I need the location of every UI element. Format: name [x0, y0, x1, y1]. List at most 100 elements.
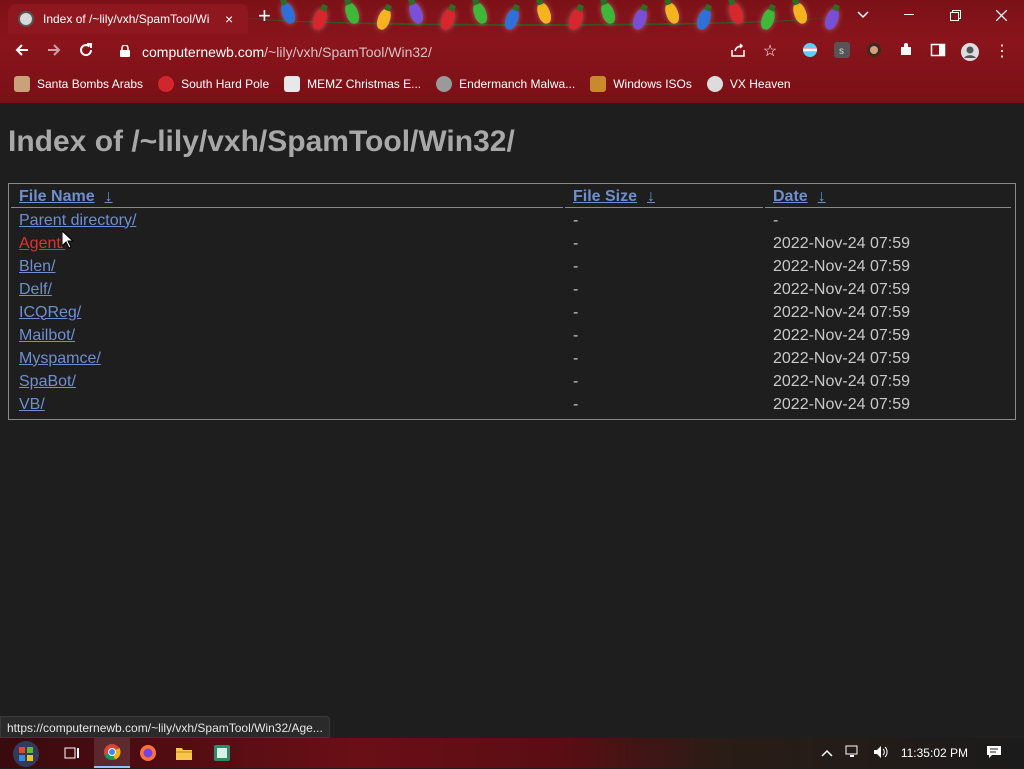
bookmark-label: Windows ISOs [613, 77, 692, 91]
cell-file-size: - [573, 395, 579, 413]
side-panel-icon[interactable] [928, 42, 948, 62]
close-window-button[interactable] [978, 0, 1024, 30]
address-bar[interactable]: computernewb.com/~lily/vxh/SpamTool/Win3… [108, 38, 788, 66]
cell-file-name: Myspamce/ [11, 348, 563, 369]
lock-icon[interactable] [120, 45, 130, 57]
tab-search-icon[interactable] [840, 0, 886, 30]
cell-file-size: - [573, 303, 579, 321]
volume-icon[interactable] [873, 745, 889, 762]
enderman-icon [436, 76, 453, 92]
tab-title: Index of /~lily/vxh/SpamTool/Wi [43, 12, 210, 26]
bookmark-item[interactable]: South Hard Pole [158, 76, 269, 92]
start-button-windows-icon[interactable] [10, 739, 42, 769]
cell-date: 2022-Nov-24 07:59 [773, 372, 910, 390]
file-explorer-icon[interactable] [166, 738, 202, 768]
folder-link[interactable]: Delf/ [19, 281, 52, 298]
file-table: File Name ↓ File Size ↓ Date ↓ Parent direc… [9, 184, 1013, 417]
mouse-cursor-icon [62, 231, 74, 249]
folder-link[interactable]: Agent/ [19, 235, 65, 252]
cell-file-name: Mailbot/ [11, 325, 563, 346]
parent-directory-link[interactable]: Parent directory/ [19, 212, 136, 229]
table-row: ICQReg/ - 2022-Nov-24 07:59 [11, 302, 1011, 323]
bookmark-item[interactable]: MEMZ Christmas E... [284, 76, 421, 92]
restore-button[interactable] [932, 0, 978, 30]
clock[interactable]: 11:35:02 PM [901, 746, 968, 760]
network-icon[interactable] [845, 745, 861, 762]
windows-taskbar: 11:35:02 PM [0, 738, 1024, 768]
tab-close-icon[interactable]: × [225, 11, 233, 27]
forward-button[interactable] [43, 42, 65, 62]
cell-file-size: - [573, 234, 579, 252]
table-header-row: File Name ↓ File Size ↓ Date ↓ [11, 186, 1011, 208]
cell-date: 2022-Nov-24 07:59 [773, 349, 910, 367]
notifications-icon[interactable] [986, 745, 1002, 762]
back-button[interactable] [11, 42, 33, 62]
cell-file-name: Blen/ [11, 256, 563, 277]
page-content: Index of /~lily/vxh/SpamTool/Win32/ File… [0, 103, 1024, 738]
folder-link[interactable]: ICQReg/ [19, 304, 81, 321]
bookmark-label: VX Heaven [729, 77, 791, 91]
snowflake-icon [158, 76, 175, 92]
bookmark-label: Santa Bombs Arabs [37, 77, 144, 91]
column-header-date[interactable]: Date ↓ [765, 186, 1011, 208]
cell-date: - [773, 211, 779, 229]
extension-s-icon[interactable]: s [832, 42, 852, 62]
bookmark-item[interactable]: Windows ISOs [590, 76, 692, 92]
navigation-toolbar: computernewb.com/~lily/vxh/SpamTool/Win3… [0, 34, 1024, 70]
folder-link[interactable]: Myspamce/ [19, 350, 101, 367]
cell-file-size: - [573, 372, 579, 390]
sort-arrow-icon[interactable]: ↓ [818, 188, 826, 205]
sort-by-size-link[interactable]: File Size [573, 188, 637, 205]
bookmark-item[interactable]: Santa Bombs Arabs [14, 76, 143, 92]
sort-by-date-link[interactable]: Date [773, 188, 808, 205]
extension-flag-icon[interactable] [800, 42, 820, 62]
table-row: Myspamce/ - 2022-Nov-24 07:59 [11, 348, 1011, 369]
cell-date: 2022-Nov-24 07:59 [773, 280, 910, 298]
table-row: Parent directory/ - - [11, 210, 1011, 231]
menu-kebab-icon[interactable]: ⋮ [992, 42, 1012, 62]
chrome-taskbar-icon[interactable] [94, 738, 130, 768]
file-rows: Parent directory/ - - Agent/ - 2022-Nov-24 07… [11, 210, 1011, 415]
minimize-button[interactable] [886, 0, 932, 30]
cell-file-size: - [573, 326, 579, 344]
folder-link[interactable]: VB/ [19, 396, 45, 413]
extensions-puzzle-icon[interactable] [896, 42, 916, 62]
tray-overflow-chevron-icon[interactable] [821, 746, 833, 760]
christmas-bulb [790, 0, 810, 26]
reload-button[interactable] [75, 42, 97, 62]
table-row: Delf/ - 2022-Nov-24 07:59 [11, 279, 1011, 300]
bookmark-item[interactable]: Endermanch Malwa... [436, 76, 575, 92]
new-tab-button[interactable]: + [258, 5, 271, 27]
bookmark-item[interactable]: VX Heaven [706, 76, 791, 92]
url-domain: computernewb.com [142, 44, 265, 60]
url-text[interactable]: computernewb.com/~lily/vxh/SpamTool/Win3… [142, 44, 432, 60]
app-taskbar-icon[interactable] [204, 738, 240, 768]
folder-link[interactable]: SpaBot/ [19, 373, 76, 390]
cell-file-size: - [573, 211, 579, 229]
cell-date: 2022-Nov-24 07:59 [773, 326, 910, 344]
share-icon[interactable] [728, 42, 748, 62]
vx-icon [706, 76, 723, 92]
folder-link[interactable]: Blen/ [19, 258, 55, 275]
cell-file-name: Agent/ [11, 233, 563, 254]
column-header-file-name[interactable]: File Name ↓ [11, 186, 563, 208]
url-path: /~lily/vxh/SpamTool/Win32/ [264, 44, 432, 60]
folder-link[interactable]: Mailbot/ [19, 327, 75, 344]
profile-avatar-icon[interactable] [960, 42, 980, 62]
sort-arrow-icon[interactable]: ↓ [105, 188, 113, 205]
table-row: Agent/ - 2022-Nov-24 07:59 [11, 233, 1011, 254]
cell-file-size: - [573, 349, 579, 367]
firefox-taskbar-icon[interactable] [130, 738, 166, 768]
bookmark-star-icon[interactable]: ☆ [760, 42, 780, 62]
page-icon [284, 76, 301, 92]
tab-active[interactable]: Index of /~lily/vxh/SpamTool/Wi × [8, 4, 248, 34]
sort-arrow-icon[interactable]: ↓ [647, 188, 655, 205]
task-view-icon[interactable] [54, 738, 90, 768]
link-status-tooltip: https://computernewb.com/~lily/vxh/SpamT… [0, 716, 330, 738]
extension-avatar-icon[interactable] [864, 42, 884, 62]
column-header-file-size[interactable]: File Size ↓ [565, 186, 763, 208]
cell-file-name: ICQReg/ [11, 302, 563, 323]
sort-by-name-link[interactable]: File Name [19, 188, 95, 205]
person-icon [14, 76, 30, 92]
bookmark-label: MEMZ Christmas E... [307, 77, 422, 91]
